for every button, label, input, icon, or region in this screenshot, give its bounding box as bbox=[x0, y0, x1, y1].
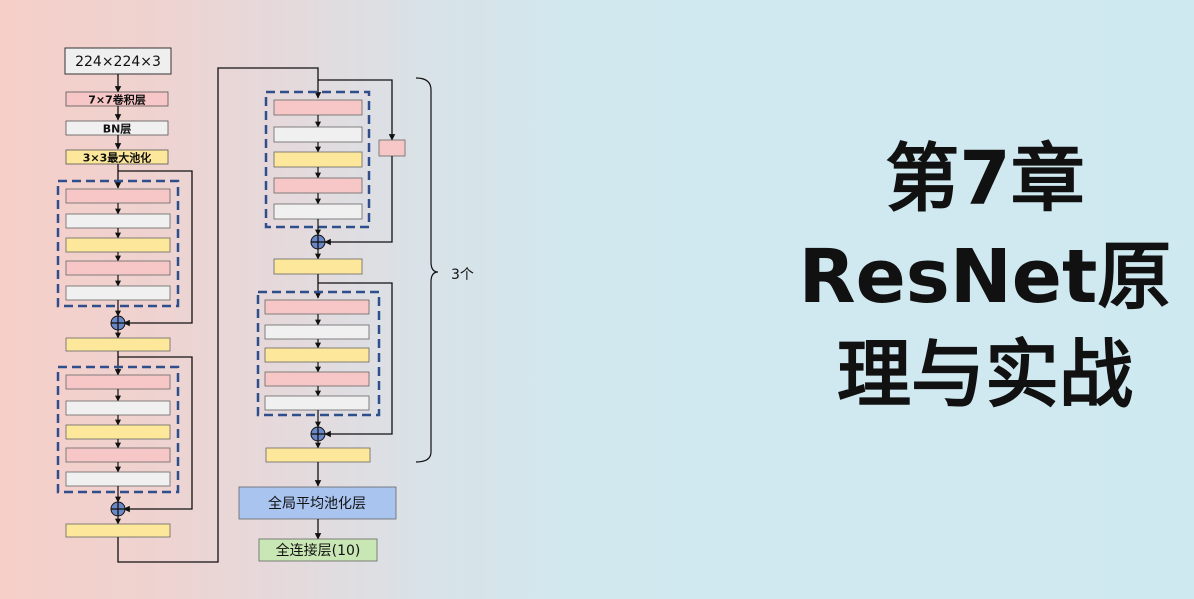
add-icon bbox=[110, 315, 126, 331]
add-icon bbox=[310, 234, 326, 250]
title-line-1: 第7章 bbox=[885, 136, 1085, 222]
repeat-label: 3个 bbox=[451, 267, 474, 283]
resnet-architecture-diagram: 224×224×3 7×7卷积层 BN层 3×3最大池化 全局平均池化层 全连接… bbox=[56, 47, 474, 563]
chapter-title: 第7章 ResNet原 理与实战 bbox=[790, 130, 1180, 424]
title-line-3: 理与实战 bbox=[837, 332, 1133, 418]
conv-label: 7×7卷积层 bbox=[88, 93, 146, 107]
projection-box bbox=[378, 139, 406, 157]
pool-label: 3×3最大池化 bbox=[83, 151, 152, 165]
right-column: 全局平均池化层 全连接层(10) 3个 bbox=[238, 77, 474, 562]
global-avg-pool-label: 全局平均池化层 bbox=[268, 495, 366, 512]
title-line-2: ResNet原 bbox=[798, 234, 1172, 320]
add-icon bbox=[310, 426, 326, 442]
add-icon bbox=[110, 501, 126, 517]
fc-label: 全连接层(10) bbox=[276, 542, 361, 559]
input-label: 224×224×3 bbox=[75, 54, 161, 70]
bn-label: BN层 bbox=[103, 123, 132, 136]
repeat-brace bbox=[415, 77, 439, 463]
